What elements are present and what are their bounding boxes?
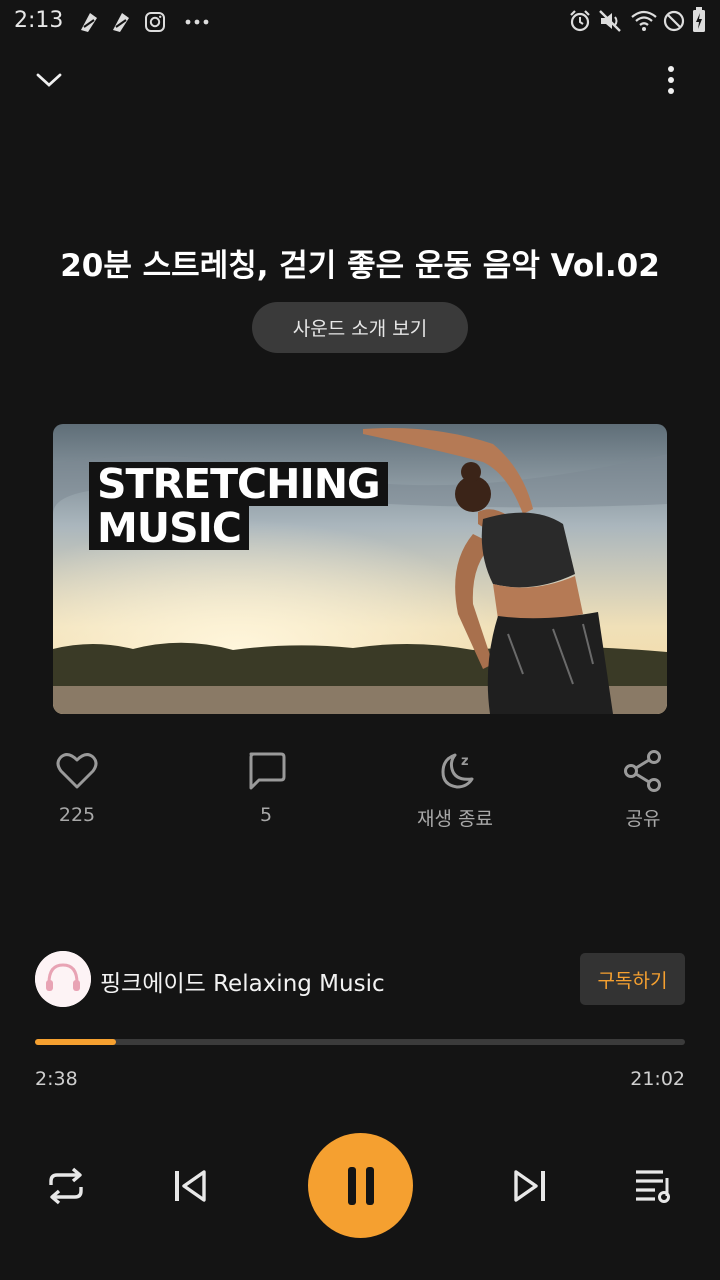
mute-icon	[599, 10, 621, 32]
more-notifications-icon	[185, 19, 209, 25]
pause-icon	[347, 1166, 374, 1205]
current-time: 2:38	[35, 1068, 78, 1090]
sleep-timer-button[interactable]: z 재생 종료	[395, 748, 515, 831]
comment-button[interactable]: 5	[206, 748, 326, 826]
like-button[interactable]: 225	[17, 748, 137, 826]
progress-fill	[35, 1039, 117, 1045]
alarm-icon	[570, 10, 590, 32]
playlist-button[interactable]	[628, 1160, 680, 1212]
status-bar: 2:13	[0, 0, 720, 44]
total-time: 21:02	[630, 1068, 685, 1090]
more-vert-icon	[668, 66, 674, 94]
playlist-icon	[636, 1170, 670, 1203]
channel-avatar[interactable]	[35, 951, 91, 1007]
collapse-chevron-icon	[36, 73, 62, 87]
channel-name[interactable]: 핑크에이드 Relaxing Music	[100, 964, 385, 998]
track-title: 20분 스트레칭, 걷기 좋은 운동 음악 Vol.02	[60, 248, 660, 284]
instagram-icon	[145, 12, 165, 32]
notification-icon	[81, 13, 97, 32]
pause-button[interactable]	[308, 1133, 413, 1238]
subscribe-button[interactable]: 구독하기	[580, 953, 685, 1005]
next-button[interactable]	[504, 1160, 556, 1212]
sound-intro-button[interactable]: 사운드 소개 보기	[252, 302, 468, 353]
cover-text: STRETCHING MUSIC	[89, 462, 388, 550]
battery-icon	[693, 7, 705, 32]
share-icon	[624, 750, 661, 792]
previous-icon	[175, 1170, 206, 1202]
sleep-timer-label: 재생 종료	[417, 808, 493, 830]
status-time: 2:13	[14, 8, 64, 33]
repeat-icon	[49, 1167, 83, 1205]
previous-button[interactable]	[164, 1160, 216, 1212]
notification-icon	[113, 13, 129, 32]
heart-icon	[56, 753, 98, 789]
progress-bar[interactable]	[35, 1039, 685, 1045]
repeat-button[interactable]	[40, 1160, 92, 1212]
like-count: 225	[58, 804, 96, 826]
dnd-icon	[663, 10, 685, 32]
wifi-icon	[631, 10, 657, 31]
cover-text-line: MUSIC	[89, 506, 249, 550]
more-options-button[interactable]	[647, 56, 695, 104]
collapse-button[interactable]	[25, 56, 73, 104]
sleep-moon-icon: z	[441, 753, 474, 789]
cover-text-line: STRETCHING	[89, 462, 388, 506]
share-label: 공유	[625, 808, 661, 830]
comment-count: 5	[259, 804, 273, 826]
next-icon	[514, 1170, 545, 1202]
svg-text:z: z	[461, 754, 469, 769]
share-button[interactable]: 공유	[583, 748, 703, 831]
cover-art: STRETCHING MUSIC	[53, 424, 667, 714]
comment-icon	[249, 752, 286, 790]
